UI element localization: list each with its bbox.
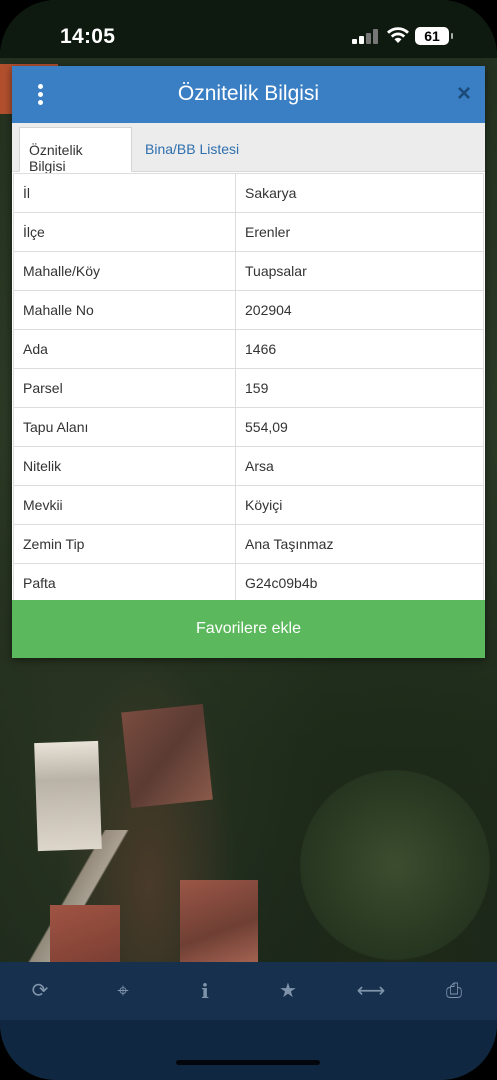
battery-indicator: 61 xyxy=(415,27,453,45)
attribute-key: İlçe xyxy=(13,212,236,252)
attribute-table: İl Sakarya İlçe Erenler Mahalle/Köy Tuapsalar… xyxy=(13,173,484,603)
map-building xyxy=(121,703,213,809)
attribute-value: Ana Taşınmaz xyxy=(235,524,484,564)
attribute-key: Tapu Alanı xyxy=(13,407,236,447)
close-icon[interactable]: × xyxy=(457,80,471,108)
attribute-value: Sakarya xyxy=(235,173,484,213)
map-building xyxy=(180,880,258,962)
cellular-signal-icon xyxy=(352,28,378,44)
attribute-key: Mevkii xyxy=(13,485,236,525)
attribute-key: Parsel xyxy=(13,368,236,408)
table-row: İl Sakarya xyxy=(13,173,484,213)
phone-screen: 14:05 61 Öznitelik Bilgisi × Öznitelik B… xyxy=(0,0,497,1080)
table-row: Mahalle No 202904 xyxy=(13,290,484,330)
measure-icon[interactable]: ⟷ xyxy=(346,962,396,1020)
attribute-value: Köyiçi xyxy=(235,485,484,525)
attribute-key: İl xyxy=(13,173,236,213)
wifi-icon xyxy=(387,27,409,43)
attribute-key: Mahalle No xyxy=(13,290,236,330)
home-indicator xyxy=(176,1060,320,1065)
attribute-value: Tuapsalar xyxy=(235,251,484,291)
map-building xyxy=(50,905,120,965)
attribute-value: 159 xyxy=(235,368,484,408)
table-row: Mevkii Köyiçi xyxy=(13,485,484,525)
attribute-value: 1466 xyxy=(235,329,484,369)
attribute-key: Mahalle/Köy xyxy=(13,251,236,291)
attribute-value: Erenler xyxy=(235,212,484,252)
modal-header: Öznitelik Bilgisi × xyxy=(12,66,485,123)
tab-building-list[interactable]: Bina/BB Listesi xyxy=(136,127,248,172)
refresh-icon[interactable]: ⟳ xyxy=(15,962,65,1020)
info-icon[interactable]: i xyxy=(180,962,230,1020)
attribute-key: Pafta xyxy=(13,563,236,603)
attribute-info-modal: Öznitelik Bilgisi × Öznitelik Bilgisi Bi… xyxy=(12,66,485,658)
star-icon[interactable]: ★ xyxy=(263,962,313,1020)
locate-icon[interactable]: ⌖ xyxy=(98,962,148,1020)
bottom-toolbar: ⟳ ⌖ i ★ ⟷ ⎙ xyxy=(0,962,497,1020)
attribute-value: Arsa xyxy=(235,446,484,486)
attribute-value: 554,09 xyxy=(235,407,484,447)
status-bar: 14:05 61 xyxy=(0,0,497,58)
attribute-key: Zemin Tip xyxy=(13,524,236,564)
attribute-key: Nitelik xyxy=(13,446,236,486)
attribute-key: Ada xyxy=(13,329,236,369)
table-row: Pafta G24c09b4b xyxy=(13,563,484,603)
table-row: Tapu Alanı 554,09 xyxy=(13,407,484,447)
attribute-value: G24c09b4b xyxy=(235,563,484,603)
map-trees xyxy=(300,770,490,960)
tabs-bar: Öznitelik Bilgisi Bina/BB Listesi xyxy=(12,123,485,174)
table-row: Mahalle/Köy Tuapsalar xyxy=(13,251,484,291)
table-row: Zemin Tip Ana Taşınmaz xyxy=(13,524,484,564)
print-icon[interactable]: ⎙ xyxy=(429,962,479,1020)
modal-title: Öznitelik Bilgisi xyxy=(177,82,320,105)
table-row: Parsel 159 xyxy=(13,368,484,408)
table-row: Ada 1466 xyxy=(13,329,484,369)
status-time: 14:05 xyxy=(60,25,116,48)
bottom-safe-area xyxy=(0,1020,497,1080)
tab-attribute-info[interactable]: Öznitelik Bilgisi xyxy=(19,127,132,174)
table-row: Nitelik Arsa xyxy=(13,446,484,486)
attribute-value: 202904 xyxy=(235,290,484,330)
table-row: İlçe Erenler xyxy=(13,212,484,252)
map-building xyxy=(34,740,102,852)
add-to-favorites-button[interactable]: Favorilere ekle xyxy=(12,600,485,658)
